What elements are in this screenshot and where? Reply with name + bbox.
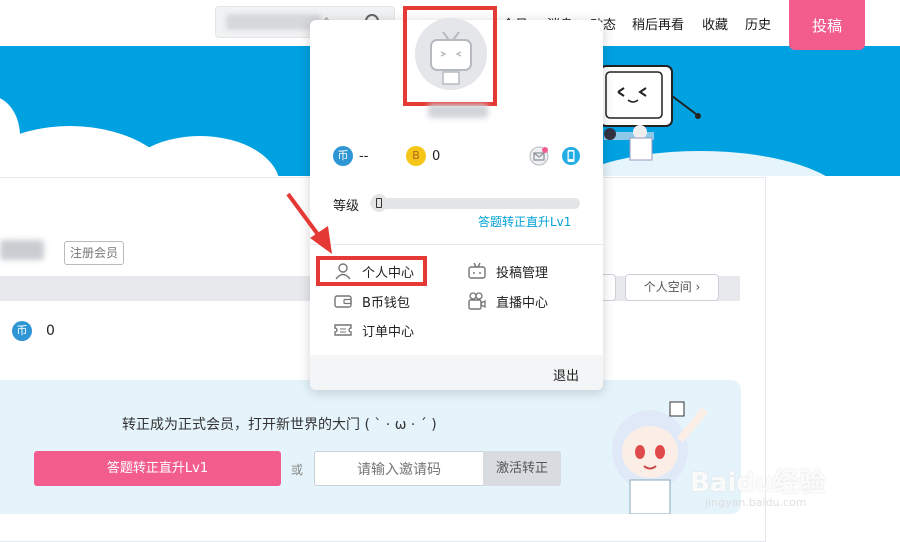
level-label: 等级	[333, 199, 360, 214]
nav-watch-later[interactable]: 稍后再看	[632, 14, 684, 33]
camera-icon	[468, 292, 486, 310]
watermark-brand: Baidu经验	[690, 468, 826, 498]
watermark-url: jingyan.baidu.com	[705, 496, 807, 509]
bcoin-stat: B 0	[406, 146, 440, 166]
mail-icon[interactable]	[529, 146, 549, 166]
promo-title: 转正成为正式会员，打开新世界的大门 ( ` · ω · ´ )	[122, 417, 437, 433]
invite-code-input[interactable]	[314, 451, 484, 486]
menu-order-center[interactable]: 订单中心	[333, 320, 414, 340]
coin-value: --	[359, 148, 369, 164]
coin-stat: 币 --	[333, 146, 368, 166]
mobile-icon[interactable]	[561, 146, 581, 166]
upload-button[interactable]: 投稿	[789, 0, 865, 50]
menu-bcoin-wallet[interactable]: B币钱包	[333, 291, 410, 311]
logout-link[interactable]: 退出	[553, 365, 579, 384]
tv-mascot	[599, 65, 701, 140]
nav-favorites[interactable]: 收藏	[702, 14, 728, 33]
dropdown-username-blur	[428, 104, 488, 118]
personal-center-highlight	[316, 256, 427, 286]
wallet-icon	[334, 295, 352, 308]
level-progress-bar	[370, 198, 580, 209]
answer-upgrade-button[interactable]: 答题转正直升Lv1	[34, 451, 281, 486]
or-label: 或	[291, 463, 304, 477]
menu-bcoin-wallet-label: B币钱包	[362, 295, 410, 311]
activate-button[interactable]: 激活转正	[483, 451, 561, 486]
bcoin-icon: B	[406, 146, 426, 166]
small-figures	[604, 125, 653, 161]
ticket-icon	[334, 324, 352, 336]
dropdown-divider	[310, 244, 603, 245]
username-blur	[0, 240, 44, 260]
menu-live-center[interactable]: 直播中心	[467, 291, 548, 311]
coin-icon: 币	[12, 321, 32, 341]
profile-coins: 币 0	[12, 320, 55, 342]
bcoin-value: 0	[432, 148, 441, 164]
member-badge: 注册会员	[64, 241, 125, 265]
menu-upload-manage[interactable]: 投稿管理	[467, 261, 548, 281]
nav-history[interactable]: 历史	[745, 14, 771, 33]
tv-icon	[468, 262, 486, 279]
avatar-highlight	[403, 6, 497, 106]
personal-space-button[interactable]: 个人空间 ›	[625, 274, 719, 301]
menu-live-center-label: 直播中心	[496, 295, 549, 311]
search-text-blur	[226, 14, 321, 30]
level-zero-icon	[371, 194, 387, 212]
level-upgrade-link[interactable]: 答题转正直升Lv1	[478, 213, 571, 230]
menu-upload-manage-label: 投稿管理	[496, 265, 549, 281]
coin-value: 0	[46, 323, 55, 339]
menu-order-center-label: 订单中心	[362, 324, 415, 340]
promo-panel	[0, 380, 741, 514]
coin-icon: 币	[333, 146, 353, 166]
